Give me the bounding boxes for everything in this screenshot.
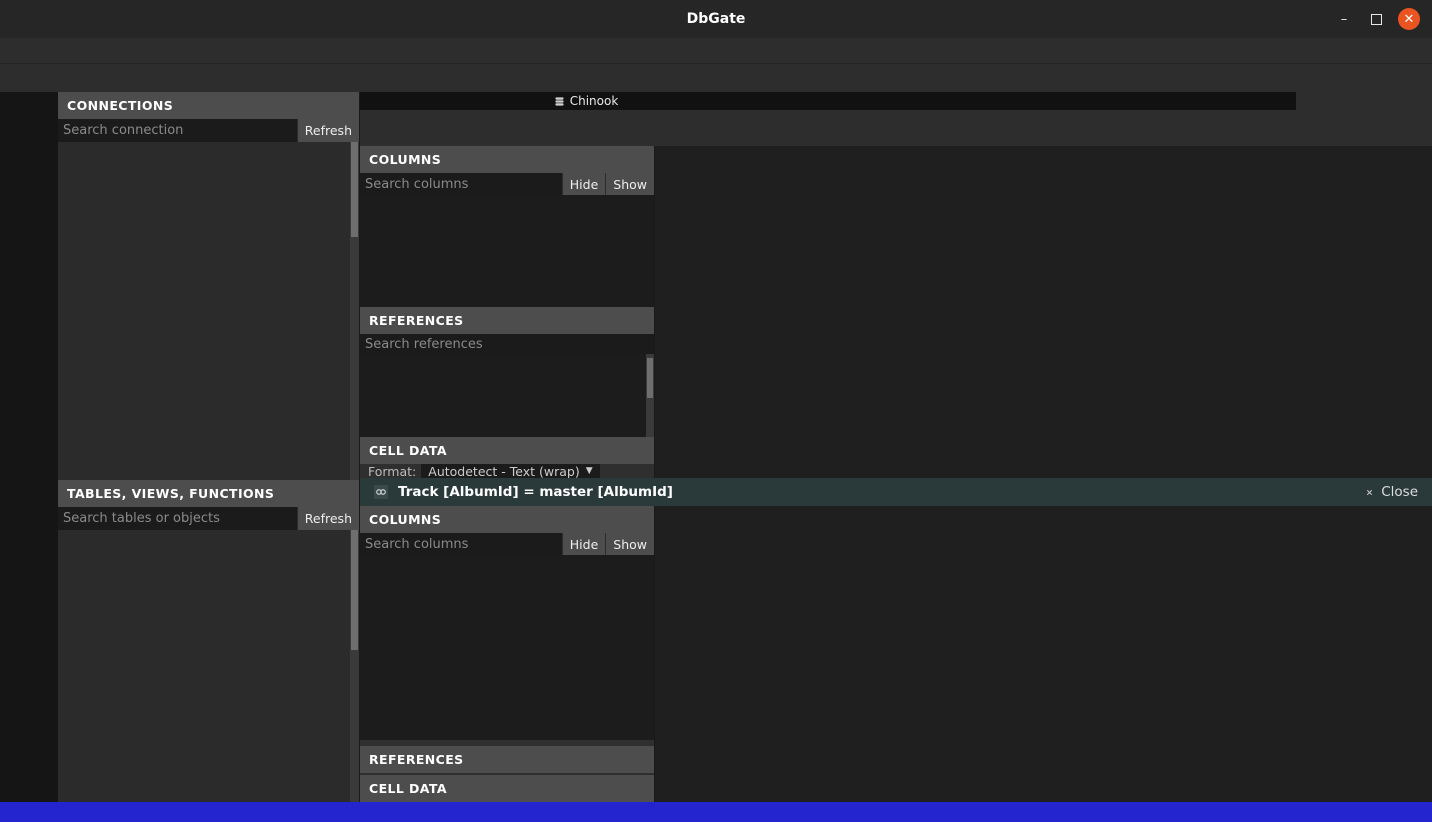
references-scrollbar[interactable] bbox=[646, 354, 654, 437]
format-label: Format: bbox=[368, 464, 416, 478]
sidebar: CONNECTIONS Refresh TABLES, VIEWS, FUNCT… bbox=[58, 92, 360, 802]
columns-search-input[interactable] bbox=[360, 533, 562, 555]
celldata-header: CELL DATA bbox=[360, 775, 654, 802]
columns-show-button[interactable]: Show bbox=[605, 173, 654, 195]
reference-bar: Track [AlbumId] = master [AlbumId] Close bbox=[360, 478, 1432, 506]
references-header: REFERENCES bbox=[360, 307, 654, 334]
tables-tree bbox=[58, 530, 359, 802]
link-icon bbox=[374, 485, 388, 499]
tab-group-label: Chinook bbox=[360, 92, 812, 110]
close-button[interactable]: ✕ bbox=[1398, 8, 1420, 30]
columns-search-input[interactable] bbox=[360, 173, 562, 195]
columns-hide-button[interactable]: Hide bbox=[562, 173, 606, 195]
connections-scrollbar[interactable] bbox=[350, 142, 359, 480]
connection-search-input[interactable] bbox=[58, 119, 297, 142]
icon-strip bbox=[0, 92, 58, 802]
connections-refresh-button[interactable]: Refresh bbox=[297, 119, 359, 142]
tables-search-input[interactable] bbox=[58, 507, 297, 530]
album-data-grid bbox=[655, 146, 1432, 478]
minimize-button[interactable]: – bbox=[1333, 8, 1355, 30]
album-left-panel: COLUMNS Hide Show REFERENCES CELL DATA F… bbox=[360, 146, 655, 478]
tab-group-strip: Chinook bbox=[360, 92, 1432, 110]
reference-close-button[interactable]: Close bbox=[1364, 484, 1418, 500]
connections-tree bbox=[58, 142, 359, 480]
columns-header: COLUMNS bbox=[360, 506, 654, 533]
track-data-grid bbox=[655, 506, 1432, 802]
tables-header: TABLES, VIEWS, FUNCTIONS bbox=[58, 480, 359, 507]
connections-header: CONNECTIONS bbox=[58, 92, 359, 119]
menubar bbox=[0, 38, 1432, 64]
tables-refresh-button[interactable]: Refresh bbox=[297, 507, 359, 530]
close-icon bbox=[1364, 487, 1375, 498]
celldata-header: CELL DATA bbox=[360, 437, 654, 464]
toolbar bbox=[0, 64, 1432, 92]
track-left-panel: COLUMNS Hide Show REFERENCES CELL DATA bbox=[360, 506, 655, 802]
columns-hide-button[interactable]: Hide bbox=[562, 533, 606, 555]
columns-header: COLUMNS bbox=[360, 146, 654, 173]
columns-show-button[interactable]: Show bbox=[605, 533, 654, 555]
maximize-button[interactable] bbox=[1371, 14, 1382, 25]
references-search-input[interactable] bbox=[360, 334, 654, 354]
tables-scrollbar[interactable] bbox=[350, 530, 359, 802]
references-header: REFERENCES bbox=[360, 746, 654, 773]
tab-bar bbox=[360, 110, 1432, 146]
format-select[interactable]: Autodetect - Text (wrap)▼ bbox=[421, 464, 599, 478]
window-title: DbGate bbox=[0, 11, 1432, 27]
reference-title: Track [AlbumId] = master [AlbumId] bbox=[398, 484, 673, 500]
database-icon bbox=[554, 96, 565, 107]
titlebar: DbGate – ✕ bbox=[0, 0, 1432, 38]
status-bar bbox=[0, 802, 1432, 822]
